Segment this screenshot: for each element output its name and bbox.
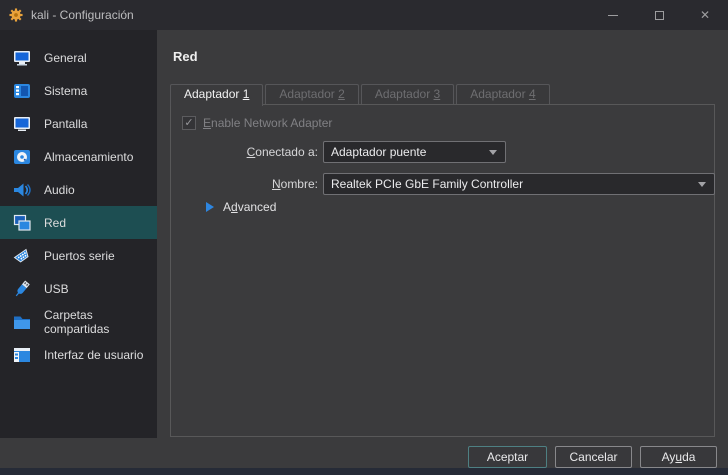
tab-adaptador-2[interactable]: Adaptador 2 <box>265 84 359 104</box>
vm-settings-dialog: { "window": { "title": "kali - Configura… <box>0 0 728 475</box>
chevron-down-icon <box>489 150 497 155</box>
bottom-edge-strip <box>0 468 728 475</box>
sidebar-item-label: Red <box>44 215 67 230</box>
maximize-button[interactable] <box>636 0 682 30</box>
minimize-button[interactable] <box>590 0 636 30</box>
sidebar-item-puertos-serie[interactable]: Puertos serie <box>0 239 157 272</box>
sidebar-item-label: Almacenamiento <box>44 149 134 164</box>
close-button[interactable]: ✕ <box>682 0 728 30</box>
help-button-label: Ayuda <box>661 450 696 464</box>
sidebar-item-pantalla[interactable]: Pantalla <box>0 107 157 140</box>
chevron-down-icon <box>698 182 706 187</box>
advanced-label: Advanced <box>223 200 277 214</box>
sidebar-item-label: USB <box>44 281 69 296</box>
settings-sidebar: General Sistema Pantalla Almacenamiento <box>0 30 157 438</box>
settings-gear-icon <box>9 8 23 22</box>
sidebar-item-usb[interactable]: USB <box>0 272 157 305</box>
sidebar-item-carpetas-compartidas[interactable]: Carpetas compartidas <box>0 305 157 338</box>
attached-to-dropdown[interactable]: Adaptador puente <box>323 141 506 163</box>
sidebar-item-label: General <box>44 50 87 65</box>
sidebar-item-red[interactable]: Red <box>0 206 157 239</box>
connected-to-label: Conectado a: <box>246 145 318 159</box>
enable-network-adapter-checkbox[interactable]: ✓ <box>182 116 196 130</box>
tab-adaptador-3[interactable]: Adaptador 3 <box>360 84 455 104</box>
display-icon <box>14 116 30 131</box>
page-title: Red <box>173 49 198 64</box>
monitor-icon <box>14 50 30 65</box>
sidebar-item-label: Audio <box>44 182 75 197</box>
maximize-icon <box>654 10 664 20</box>
tab-adaptador-1[interactable]: Adaptador 1 <box>170 84 264 106</box>
checkmark-icon: ✓ <box>184 116 194 129</box>
close-icon: ✕ <box>699 8 711 22</box>
system-chip-icon <box>14 83 30 98</box>
sidebar-item-label: Interfaz de usuario <box>44 347 144 362</box>
storage-disk-icon <box>14 149 30 164</box>
enable-network-adapter-label: Enable Network Adapter <box>203 116 333 130</box>
user-interface-icon <box>14 347 30 362</box>
name-label: Nombre: <box>271 177 318 191</box>
shared-folder-icon <box>14 316 30 329</box>
usb-icon <box>15 280 30 296</box>
cancel-button[interactable]: Cancelar <box>555 446 632 468</box>
audio-speaker-icon <box>14 183 31 196</box>
sidebar-item-audio[interactable]: Audio <box>0 173 157 206</box>
advanced-toggle[interactable]: Advanced <box>206 200 276 214</box>
titlebar: kali - Configuración ✕ <box>0 0 728 30</box>
sidebar-item-label: Puertos serie <box>44 248 115 263</box>
sidebar-item-label: Pantalla <box>44 116 88 131</box>
window-title: kali - Configuración <box>31 8 134 22</box>
adapter-tabs: Adaptador 1 Adaptador 2 Adaptador 3 Adap… <box>170 84 552 106</box>
adapter-panel: ✓ Enable Network Adapter Conectado a: Ad… <box>170 104 715 437</box>
adapter-name-value: Realtek PCIe GbE Family Controller <box>331 177 524 191</box>
minimize-icon <box>608 14 618 16</box>
sidebar-item-almacenamiento[interactable]: Almacenamiento <box>0 140 157 173</box>
serial-port-icon <box>13 248 29 262</box>
expand-arrow-icon <box>206 202 214 212</box>
sidebar-item-interfaz-de-usuario[interactable]: Interfaz de usuario <box>0 338 157 371</box>
sidebar-item-label: Carpetas compartidas <box>44 307 110 336</box>
network-icon <box>13 214 31 231</box>
sidebar-item-general[interactable]: General <box>0 41 157 74</box>
window-controls: ✕ <box>590 0 728 30</box>
sidebar-item-label: Sistema <box>44 83 88 98</box>
enable-adapter-row: ✓ Enable Network Adapter <box>182 116 332 130</box>
tab-adaptador-4[interactable]: Adaptador 4 <box>456 84 550 104</box>
accept-button[interactable]: Aceptar <box>468 446 547 468</box>
sidebar-item-sistema[interactable]: Sistema <box>0 74 157 107</box>
attached-to-value: Adaptador puente <box>331 145 427 159</box>
adapter-name-dropdown[interactable]: Realtek PCIe GbE Family Controller <box>323 173 715 195</box>
help-button[interactable]: Ayuda <box>640 446 717 468</box>
